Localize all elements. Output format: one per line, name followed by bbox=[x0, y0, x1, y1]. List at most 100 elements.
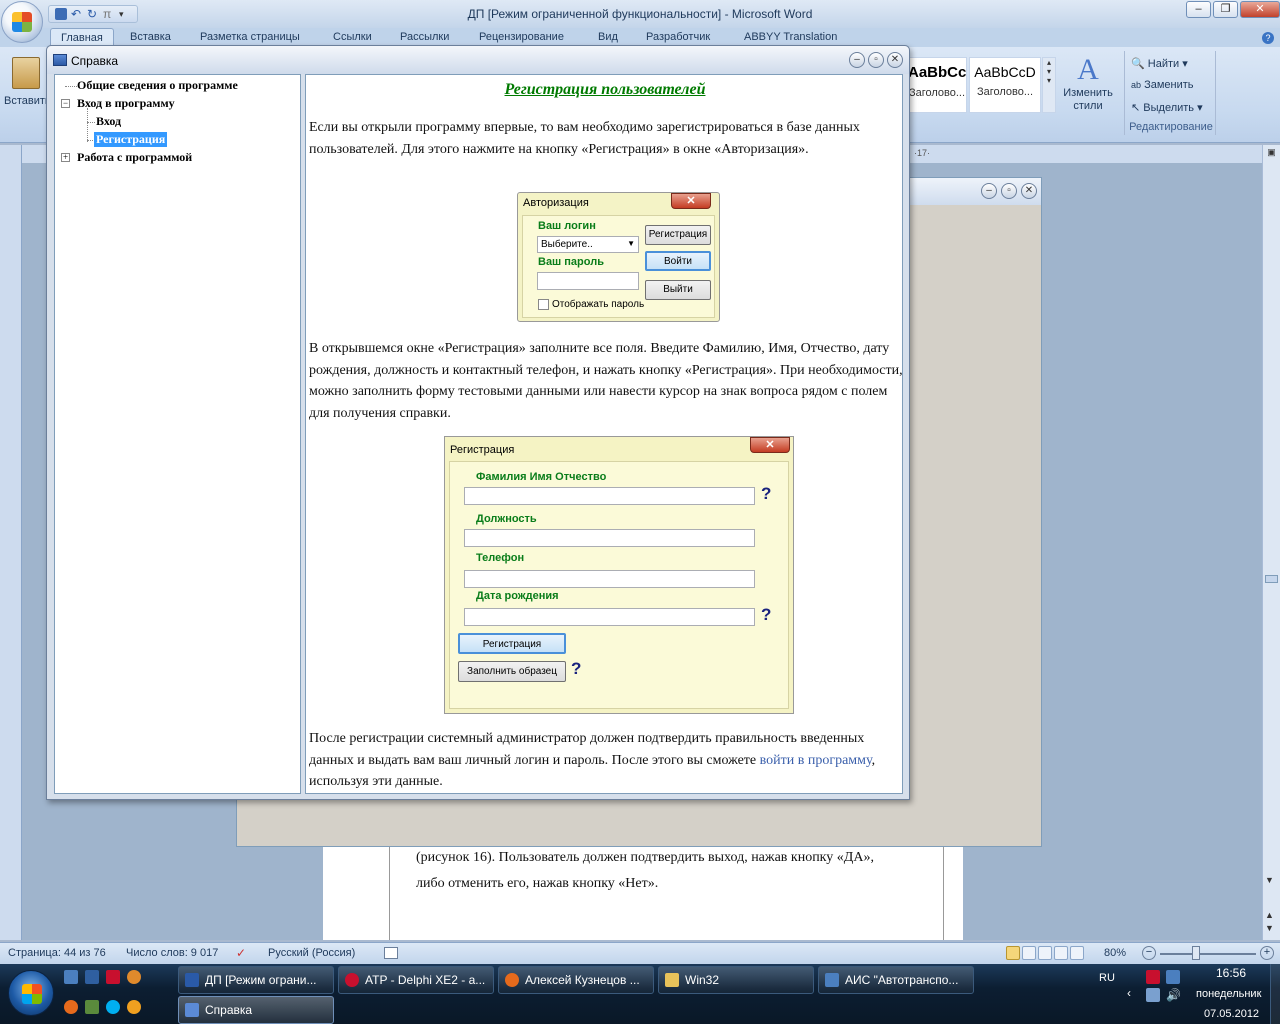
collapse-icon[interactable]: − bbox=[61, 99, 70, 108]
zoom-out-icon[interactable]: − bbox=[1142, 946, 1156, 960]
skype-icon[interactable] bbox=[106, 1000, 120, 1014]
antivirus-icon[interactable] bbox=[1146, 970, 1160, 984]
scroll-thumb[interactable] bbox=[1265, 575, 1278, 583]
macro-icon[interactable] bbox=[384, 947, 398, 959]
auth-close-icon: ✕ bbox=[671, 193, 711, 209]
pi-icon[interactable]: π bbox=[103, 8, 115, 20]
help-close-button[interactable]: ✕ bbox=[887, 52, 903, 68]
taskbar-item-explorer[interactable]: Win32 bbox=[658, 966, 814, 994]
style-heading1[interactable]: AaBbCc Заголово... bbox=[907, 57, 967, 113]
show-password-label: Отображать пароль bbox=[552, 299, 645, 310]
minimize-button[interactable]: – bbox=[1186, 1, 1211, 18]
tree-item-enter[interactable]: Вход bbox=[96, 114, 121, 129]
zoom-level[interactable]: 80% bbox=[1104, 947, 1126, 959]
maximize-button[interactable]: ❐ bbox=[1213, 1, 1238, 18]
phone-input bbox=[464, 570, 755, 588]
clock-time[interactable]: 16:56 bbox=[1216, 966, 1246, 980]
full-screen-icon[interactable] bbox=[1022, 946, 1036, 960]
paste-label: Вставить bbox=[4, 95, 51, 107]
find-button[interactable]: 🔍 Найти ▾ bbox=[1131, 57, 1188, 70]
tree-item-work[interactable]: Работа с программой bbox=[77, 150, 192, 165]
taskbar-item-delphi[interactable]: ATP - Delphi XE2 - a... bbox=[338, 966, 494, 994]
replace-button[interactable]: ab Заменить bbox=[1131, 79, 1194, 91]
print-layout-icon[interactable] bbox=[1006, 946, 1020, 960]
style-heading2[interactable]: AaBbCcD Заголово... bbox=[969, 57, 1041, 113]
login-link[interactable]: войти в программу bbox=[760, 753, 872, 768]
customize-qat-icon[interactable]: ▾ bbox=[119, 8, 131, 20]
redo-icon[interactable]: ↻ bbox=[87, 8, 99, 20]
tree-item-general[interactable]: Общие сведения о программе bbox=[77, 78, 238, 93]
reg-register-button: Регистрация bbox=[458, 633, 566, 654]
switch-windows-icon[interactable] bbox=[85, 970, 99, 984]
network-icon[interactable] bbox=[1166, 970, 1180, 984]
zoom-slider[interactable] bbox=[1160, 953, 1256, 955]
tab-review[interactable]: Рецензирование bbox=[479, 31, 564, 43]
app-launch-icon[interactable] bbox=[106, 970, 120, 984]
help-maximize-button[interactable]: ▫ bbox=[868, 52, 884, 68]
position-input bbox=[464, 529, 755, 547]
save-icon[interactable] bbox=[55, 8, 67, 20]
aim-icon[interactable] bbox=[127, 1000, 141, 1014]
bg-close-button[interactable]: ✕ bbox=[1021, 183, 1037, 199]
firefox-icon[interactable] bbox=[64, 1000, 78, 1014]
volume-icon[interactable]: 🔊 bbox=[1166, 988, 1181, 1002]
tree-item-registration[interactable]: Регистрация bbox=[94, 132, 168, 147]
proofing-icon[interactable]: ✓ bbox=[236, 946, 246, 960]
expand-icon[interactable]: + bbox=[61, 153, 70, 162]
show-password-checkbox bbox=[538, 299, 549, 310]
change-styles-button[interactable]: A Изменить стили bbox=[1058, 53, 1118, 123]
page-text-line: либо отменить его, нажав кнопку «Нет». bbox=[416, 876, 659, 891]
undo-icon[interactable]: ↶ bbox=[71, 8, 83, 20]
language-indicator[interactable]: Русский (Россия) bbox=[268, 947, 355, 959]
scroll-down-icon[interactable]: ▼ bbox=[1265, 875, 1274, 885]
tab-view[interactable]: Вид bbox=[598, 31, 618, 43]
zoom-in-icon[interactable]: + bbox=[1260, 946, 1274, 960]
page-count[interactable]: Страница: 44 из 76 bbox=[8, 947, 106, 959]
tab-mailings[interactable]: Рассылки bbox=[400, 31, 449, 43]
tab-developer[interactable]: Разработчик bbox=[646, 31, 710, 43]
delphi-icon bbox=[345, 973, 359, 987]
zoom-slider-thumb[interactable] bbox=[1192, 946, 1200, 960]
vertical-ruler[interactable] bbox=[0, 145, 22, 940]
show-desktop-icon[interactable] bbox=[64, 970, 78, 984]
tab-page-layout[interactable]: Разметка страницы bbox=[200, 31, 300, 43]
language-indicator[interactable]: RU bbox=[1099, 972, 1115, 984]
show-desktop-button[interactable] bbox=[1270, 964, 1280, 1024]
taskbar-item-help[interactable]: Справка bbox=[178, 996, 334, 1024]
help-title-bar[interactable]: Справка – ▫ ✕ bbox=[47, 46, 909, 74]
taskbar-item-firefox[interactable]: Алексей Кузнецов ... bbox=[498, 966, 654, 994]
draft-icon[interactable] bbox=[1070, 946, 1084, 960]
taskbar-item-ais[interactable]: АИС "Автотранспо... bbox=[818, 966, 974, 994]
office-button[interactable] bbox=[1, 1, 43, 43]
tree-item-login[interactable]: Вход в программу bbox=[77, 96, 175, 111]
help-minimize-button[interactable]: – bbox=[849, 52, 865, 68]
tab-insert[interactable]: Вставка bbox=[130, 31, 171, 43]
login-select: Выберите.. ▼ bbox=[537, 236, 639, 253]
help-icon[interactable]: ? bbox=[1262, 32, 1274, 44]
taskbar-item-word[interactable]: ДП [Режим ограни... bbox=[178, 966, 334, 994]
close-button[interactable]: ✕ bbox=[1240, 1, 1280, 18]
paste-button[interactable]: Вставить bbox=[4, 53, 51, 123]
prev-page-icon[interactable]: ▲ bbox=[1265, 910, 1274, 920]
quick-launch-row2 bbox=[64, 1000, 141, 1014]
ruler-toggle-icon[interactable]: ▣ bbox=[1265, 147, 1278, 160]
tab-abbyy[interactable]: ABBYY Translation bbox=[744, 31, 837, 43]
bg-minimize-button[interactable]: – bbox=[981, 183, 997, 199]
select-button[interactable]: ↖ Выделить ▾ bbox=[1131, 101, 1203, 114]
tab-references[interactable]: Ссылки bbox=[333, 31, 372, 43]
display-icon[interactable] bbox=[1146, 988, 1160, 1002]
bg-maximize-button[interactable]: ▫ bbox=[1001, 183, 1017, 199]
show-hidden-icons-icon[interactable]: ‹ bbox=[1127, 986, 1131, 1000]
word-count[interactable]: Число слов: 9 017 bbox=[126, 947, 218, 959]
outline-icon[interactable] bbox=[1054, 946, 1068, 960]
vertical-scrollbar[interactable]: ▣ ▼ ▲ ▼ bbox=[1262, 145, 1280, 940]
tools-icon[interactable] bbox=[85, 1000, 99, 1014]
window-controls: – ❐ ✕ bbox=[1184, 1, 1280, 18]
next-page-icon[interactable]: ▼ bbox=[1265, 923, 1274, 933]
media-player-icon[interactable] bbox=[127, 970, 141, 984]
start-button[interactable] bbox=[8, 970, 54, 1016]
clock-date[interactable]: 07.05.2012 bbox=[1204, 1008, 1259, 1020]
clock-day[interactable]: понедельник bbox=[1196, 988, 1261, 1000]
web-layout-icon[interactable] bbox=[1038, 946, 1052, 960]
styles-scroll[interactable]: ▴ ▾ ▾ bbox=[1042, 57, 1056, 113]
